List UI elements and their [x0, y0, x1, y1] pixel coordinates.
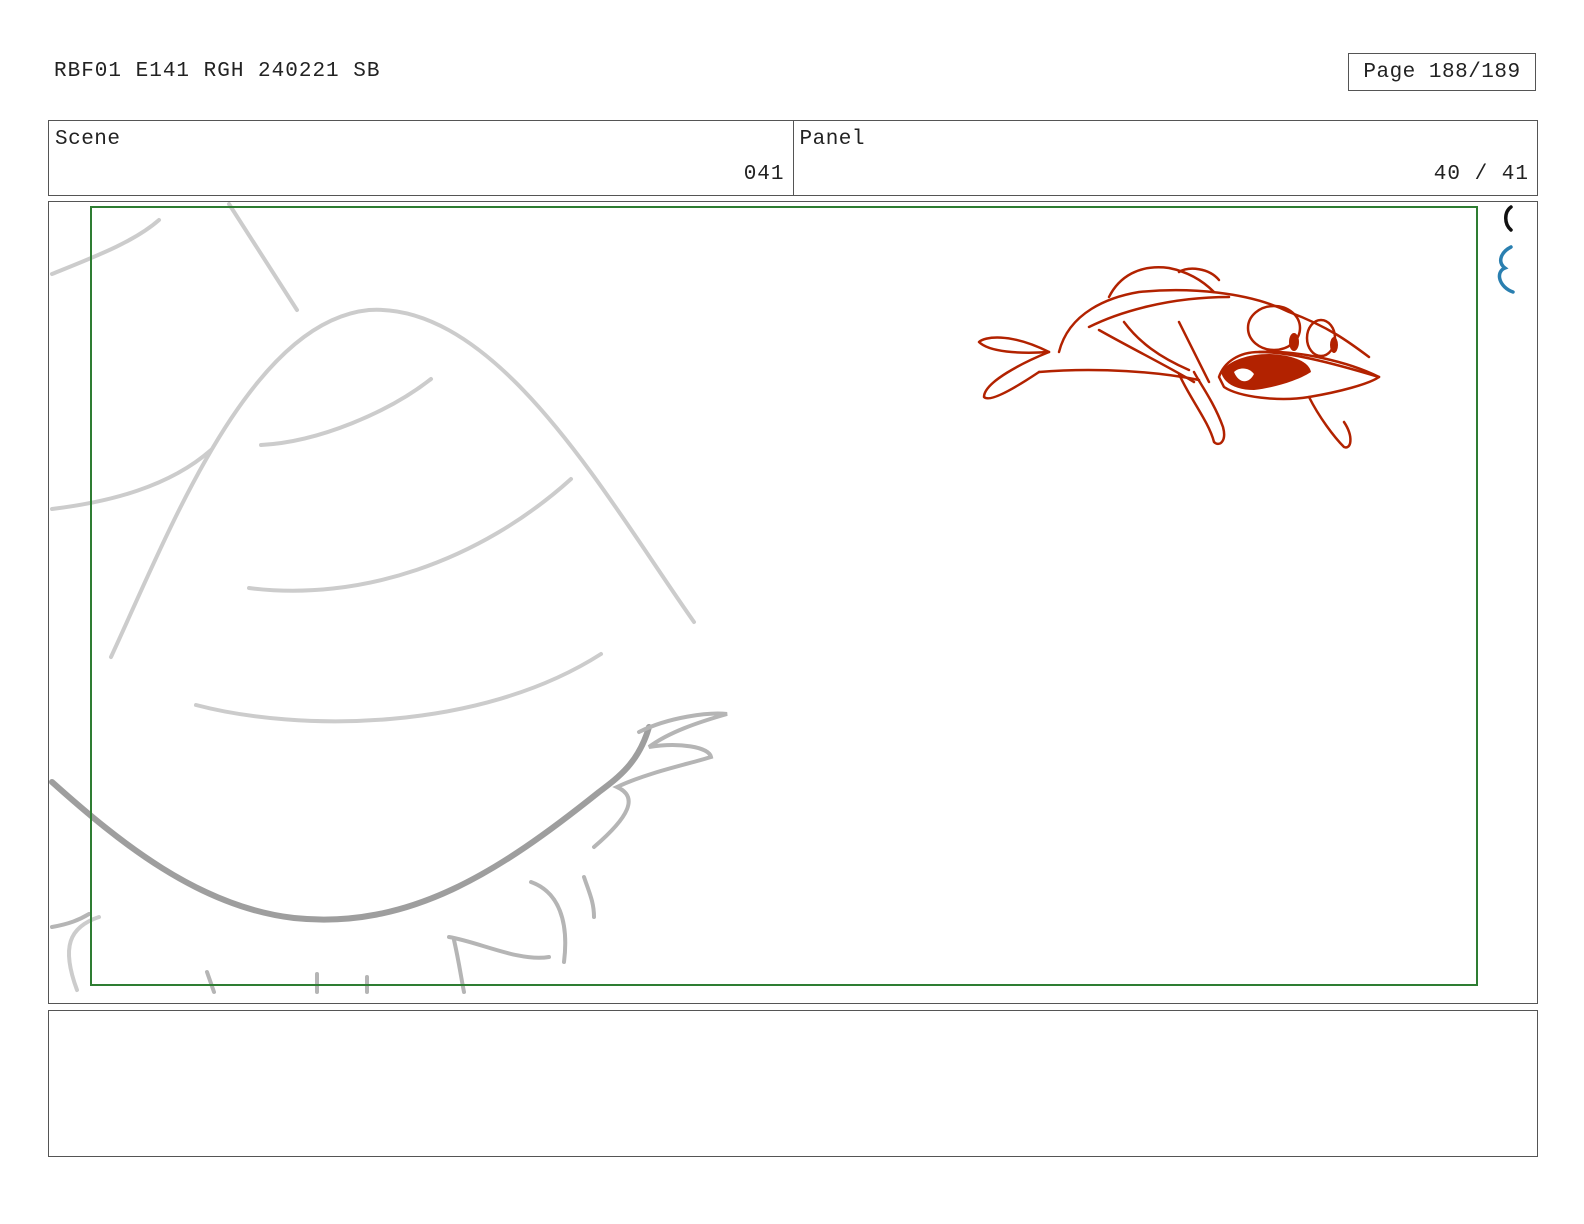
panel-cell: Panel 40 / 41: [792, 121, 1538, 195]
scene-cell: Scene 041: [49, 121, 793, 195]
scene-panel-header: Scene 041 Panel 40 / 41: [48, 120, 1538, 196]
claw-sketch: [50, 711, 728, 994]
fish-character-sketch: [977, 266, 1381, 449]
document-id: RBF01 E141 RGH 240221 SB: [54, 60, 381, 83]
page-number: Page 188/189: [1348, 53, 1536, 91]
shell-outline-sketch: [49, 724, 652, 923]
storyboard-panel: [48, 201, 1538, 1004]
safe-frame: [90, 206, 1478, 986]
edge-marks: [1497, 205, 1515, 294]
panel-number: 40 / 41: [1433, 163, 1529, 186]
shell-sketch: [50, 202, 696, 992]
panel-drawing: [49, 202, 1515, 994]
scene-number: 041: [743, 163, 785, 186]
panel-notes: [48, 1010, 1538, 1157]
panel-label: Panel: [799, 128, 866, 151]
scene-label: Scene: [55, 128, 121, 151]
